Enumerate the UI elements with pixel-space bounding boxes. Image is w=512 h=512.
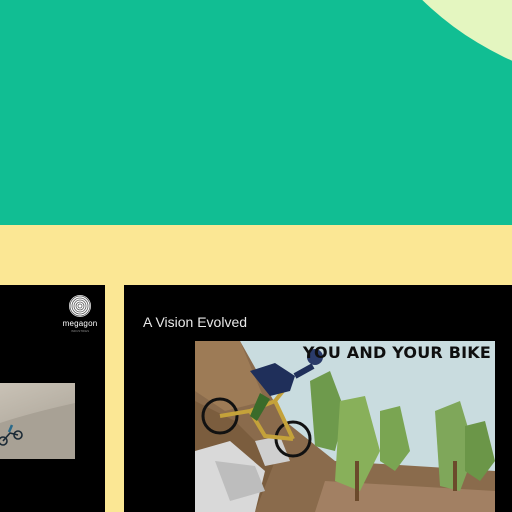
hero-accent-shape [340,0,512,90]
right-card[interactable]: A Vision Evolved YOU AND YOUR BIKE [124,285,512,512]
art-caption: YOU AND YOUR BIKE [302,343,491,362]
megagon-logo: megagon INDUSTRIES [60,295,100,333]
card-title: A Vision Evolved [143,314,248,330]
logo-subtext: INDUSTRIES [70,329,90,333]
left-card[interactable]: megagon INDUSTRIES [0,285,105,512]
fingerprint-icon [69,295,91,317]
left-card-image [0,383,75,459]
logo-text: megagon [62,319,98,328]
background-band [0,225,512,285]
hero-banner [0,0,512,225]
game-artwork: YOU AND YOUR BIKE [195,341,495,512]
